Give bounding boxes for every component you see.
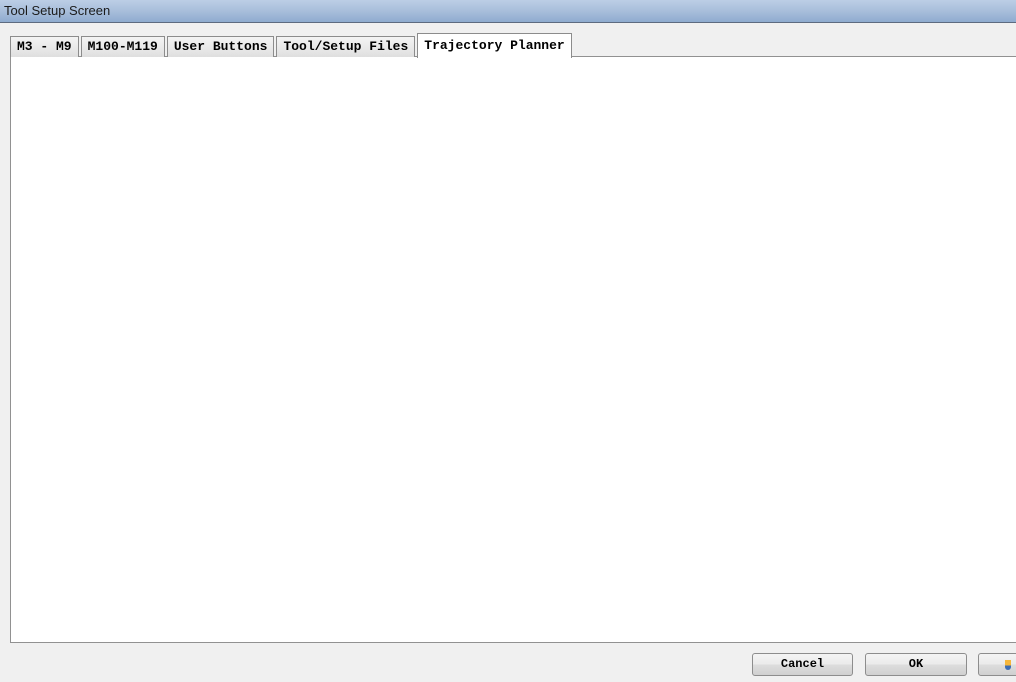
tab-strip: M3 - M9 M100-M119 User Buttons Tool/Setu…	[10, 33, 574, 57]
ok-button[interactable]: OK	[865, 653, 967, 676]
cancel-button[interactable]: Cancel	[752, 653, 853, 676]
tab-trajectory-planner[interactable]: Trajectory Planner	[417, 33, 571, 58]
partial-button[interactable]	[978, 653, 1016, 676]
tab-m3-m9[interactable]: M3 - M9	[10, 36, 79, 57]
tab-page-trajectory-planner	[10, 56, 1016, 643]
tab-tool-setup-files[interactable]: Tool/Setup Files	[276, 36, 415, 57]
tab-m100-m119[interactable]: M100-M119	[81, 36, 165, 57]
window-titlebar[interactable]: Tool Setup Screen	[0, 0, 1016, 23]
shield-icon	[1005, 660, 1011, 670]
tab-user-buttons[interactable]: User Buttons	[167, 36, 275, 57]
window-title: Tool Setup Screen	[4, 3, 110, 18]
